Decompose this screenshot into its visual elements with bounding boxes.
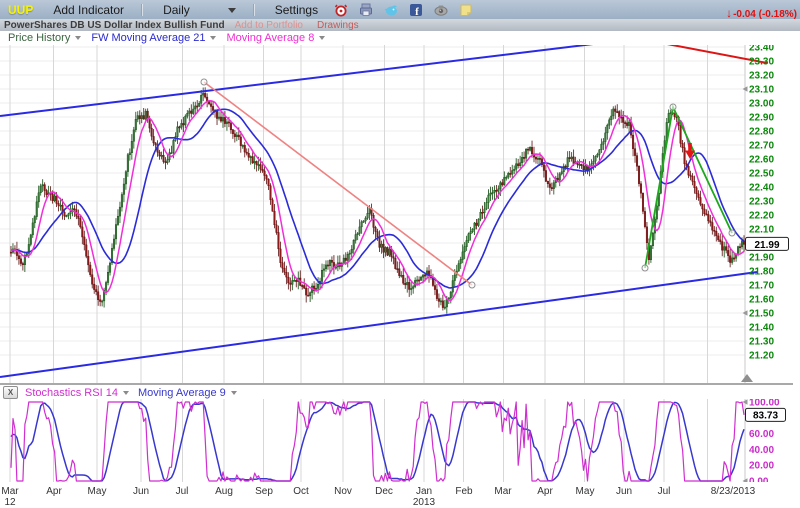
time-axis: Mar12AprMayJunJulAugSepOctNovDecJan2013F… [0, 482, 800, 508]
drawings-menu[interactable]: Drawings [317, 20, 359, 31]
stoch-ma-line [11, 402, 744, 481]
svg-text:21.70: 21.70 [749, 281, 774, 292]
svg-text:60.00: 60.00 [749, 429, 774, 440]
month-label: 8/23/2013 [703, 486, 763, 497]
svg-text:22.50: 22.50 [749, 169, 774, 180]
chevron-down-icon [210, 36, 216, 40]
svg-text:f: f [415, 6, 419, 17]
price-history-dropdown[interactable]: Price History [8, 32, 70, 44]
svg-text:22.30: 22.30 [749, 197, 774, 208]
svg-text:21.60: 21.60 [749, 295, 774, 306]
svg-text:23.40: 23.40 [749, 45, 774, 54]
indicator-panel-header: X Stochastics RSI 14 Moving Average 9 [0, 386, 800, 399]
chevron-down-icon [228, 8, 236, 13]
toolbar: UUP Add Indicator Daily Settings f [0, 0, 800, 19]
symbol-subbar: PowerShares DB US Dollar Index Bullish F… [0, 19, 800, 31]
ma21-dropdown[interactable]: FW Moving Average 21 [91, 32, 205, 44]
axis-resize-handle[interactable] [741, 374, 753, 382]
ma8-dropdown[interactable]: Moving Average 8 [226, 32, 314, 44]
chart-divider[interactable] [0, 383, 793, 385]
svg-text:20.00: 20.00 [749, 461, 774, 472]
chevron-down-icon [75, 36, 81, 40]
close-panel-button[interactable]: X [3, 386, 18, 399]
facebook-icon[interactable]: f [409, 3, 423, 17]
svg-text:22.20: 22.20 [749, 211, 774, 222]
svg-text:21.99: 21.99 [754, 240, 779, 251]
chevron-down-icon [123, 391, 129, 395]
note-icon[interactable] [459, 3, 473, 17]
twitter-icon[interactable] [384, 3, 398, 17]
month-label: Jul [634, 486, 694, 497]
price-box: 21.99 [746, 237, 789, 251]
toolbar-icons: f [334, 3, 473, 17]
svg-text:22.40: 22.40 [749, 183, 774, 194]
timeframe-select[interactable]: Daily [163, 3, 236, 17]
chart-legend: Price History FW Moving Average 21 Movin… [0, 31, 800, 45]
stoch-line [11, 402, 744, 481]
add-to-portfolio-link[interactable]: Add to Portfolio [235, 20, 303, 31]
year-label: 12 [0, 497, 40, 508]
charting-app: UUP Add Indicator Daily Settings f [0, 0, 800, 508]
toolbar-separator [142, 4, 143, 16]
svg-text:21.20: 21.20 [749, 351, 774, 362]
price-axis-labels: 23.40 23.30 23.20 23.10 23.00 22.90 22.80 22.70… [743, 45, 775, 362]
svg-text:23.30: 23.30 [749, 57, 774, 68]
price-change: ↓-0.04 (-0.18%) [726, 6, 797, 20]
fund-name: PowerShares DB US Dollar Index Bullish F… [4, 20, 225, 31]
svg-text:21.50: 21.50 [749, 309, 774, 320]
printer-icon[interactable] [359, 3, 373, 17]
stoch-rsi-dropdown[interactable]: Stochastics RSI 14 [25, 387, 118, 399]
symbol-label[interactable]: UUP [8, 3, 33, 17]
stochastics-panel[interactable]: 100.0060.0040.0020.000.0083.73 [0, 399, 800, 485]
svg-text:21.40: 21.40 [749, 323, 774, 334]
svg-text:21.90: 21.90 [749, 253, 774, 264]
settings-button[interactable]: Settings [275, 3, 318, 17]
price-chart[interactable]: 23.40 23.30 23.20 23.10 23.00 22.90 22.80 22.70… [0, 45, 800, 383]
svg-text:22.70: 22.70 [749, 141, 774, 152]
svg-text:40.00: 40.00 [749, 445, 774, 456]
svg-text:23.20: 23.20 [749, 71, 774, 82]
chevron-down-icon [319, 36, 325, 40]
svg-text:23.10: 23.10 [749, 85, 774, 96]
alarm-icon[interactable] [334, 3, 348, 17]
trendline-upper-channel [0, 45, 618, 116]
svg-text:83.73: 83.73 [753, 411, 778, 422]
add-indicator-button[interactable]: Add Indicator [53, 3, 124, 17]
svg-text:22.80: 22.80 [749, 127, 774, 138]
svg-text:21.30: 21.30 [749, 337, 774, 348]
down-arrow-icon: ↓ [726, 6, 732, 20]
toolbar-separator [254, 4, 255, 16]
svg-text:100.00: 100.00 [749, 399, 780, 409]
svg-text:22.10: 22.10 [749, 225, 774, 236]
stoch-ma-dropdown[interactable]: Moving Average 9 [138, 387, 226, 399]
trendline-lower-channel [0, 272, 757, 377]
svg-text:21.80: 21.80 [749, 267, 774, 278]
svg-text:22.90: 22.90 [749, 113, 774, 124]
year-label: 2013 [394, 497, 454, 508]
svg-text:23.00: 23.00 [749, 99, 774, 110]
camera-icon[interactable] [434, 3, 448, 17]
svg-text:22.60: 22.60 [749, 155, 774, 166]
chevron-down-icon [231, 391, 237, 395]
stoch-value-box: 83.73 [746, 408, 786, 421]
timeframe-value: Daily [163, 3, 190, 17]
